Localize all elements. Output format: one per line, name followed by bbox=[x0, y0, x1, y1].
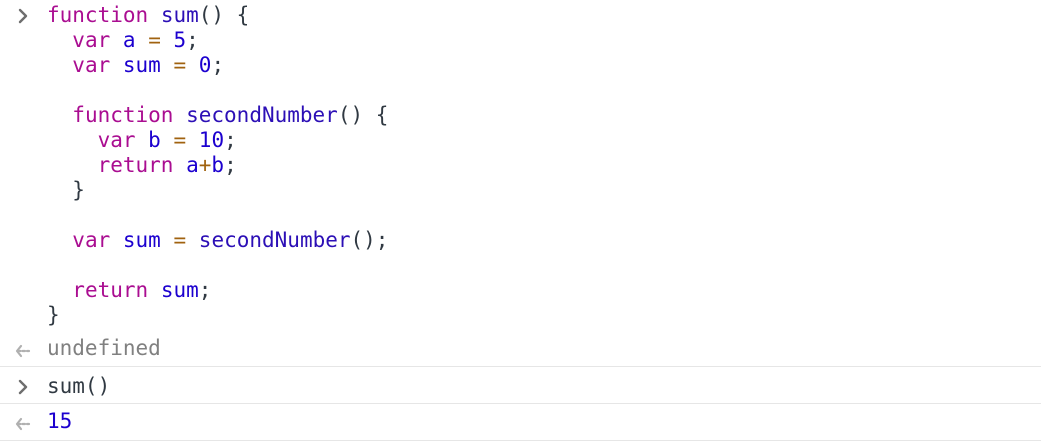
code-token: var bbox=[72, 28, 111, 52]
code-line: } bbox=[47, 178, 388, 203]
code-block: function sum() { var a = 5; var sum = 0;… bbox=[47, 3, 388, 328]
console-input-entry[interactable]: function sum() { var a = 5; var sum = 0;… bbox=[0, 0, 1041, 331]
code-token: () { bbox=[337, 103, 389, 127]
console-output-entry: undefined bbox=[0, 331, 1041, 367]
code-token: function bbox=[47, 3, 149, 27]
code-token: ; bbox=[224, 128, 237, 152]
code-token: () { bbox=[198, 3, 250, 27]
code-token: ; bbox=[211, 53, 225, 77]
code-token: sum bbox=[160, 3, 199, 27]
code-token: a bbox=[122, 28, 136, 52]
code-line: var b = 10; bbox=[47, 128, 388, 153]
return-arrow-icon bbox=[15, 344, 31, 358]
code-line: function secondNumber() { bbox=[47, 103, 388, 128]
code-token: sum bbox=[122, 228, 161, 252]
devtools-console: function sum() { var a = 5; var sum = 0;… bbox=[0, 0, 1041, 446]
code-token: var bbox=[72, 53, 111, 77]
code-line: var a = 5; bbox=[47, 28, 388, 53]
code-token: 0 bbox=[198, 53, 212, 77]
code-line: return sum; bbox=[47, 278, 388, 303]
console-output-entry: 15 bbox=[0, 404, 1041, 441]
code-token: + bbox=[198, 153, 212, 177]
code-token: ; bbox=[198, 278, 212, 302]
code-token: sum bbox=[160, 278, 199, 302]
code-token: = bbox=[148, 28, 161, 52]
return-arrow-icon bbox=[15, 417, 31, 431]
code-token: sum bbox=[122, 53, 161, 77]
code-token: var bbox=[97, 128, 136, 152]
code-token: ; bbox=[186, 28, 199, 52]
code-token: } bbox=[47, 303, 60, 327]
code-line: } bbox=[47, 303, 388, 328]
code-line: var sum = 0; bbox=[47, 53, 388, 78]
code-token: } bbox=[47, 178, 85, 202]
chevron-right-icon bbox=[18, 379, 28, 395]
code-token: (); bbox=[350, 228, 389, 252]
code-line: return a+b; bbox=[47, 153, 388, 178]
code-token: = bbox=[173, 128, 187, 152]
code-token: ; bbox=[224, 153, 237, 177]
code-token: 10 bbox=[198, 128, 225, 152]
code-token: 5 bbox=[173, 28, 187, 52]
code-token: var bbox=[72, 228, 111, 252]
code-token: = bbox=[173, 228, 187, 252]
code-token: b bbox=[211, 153, 225, 177]
output-value: undefined bbox=[47, 336, 161, 360]
code-token: = bbox=[173, 53, 187, 77]
code-token: return bbox=[72, 278, 149, 302]
code-token: return bbox=[97, 153, 174, 177]
input-command: sum() bbox=[47, 374, 111, 398]
code-line: function sum() { bbox=[47, 3, 388, 28]
code-token: b bbox=[148, 128, 161, 152]
code-token: function bbox=[72, 103, 174, 127]
code-token: secondNumber bbox=[198, 228, 351, 252]
code-token: secondNumber bbox=[186, 103, 338, 127]
console-input-entry[interactable]: sum() bbox=[0, 367, 1041, 404]
output-value: 15 bbox=[47, 409, 73, 433]
chevron-right-icon bbox=[18, 8, 28, 24]
code-line: var sum = secondNumber(); bbox=[47, 228, 388, 253]
code-token: a bbox=[186, 153, 199, 177]
